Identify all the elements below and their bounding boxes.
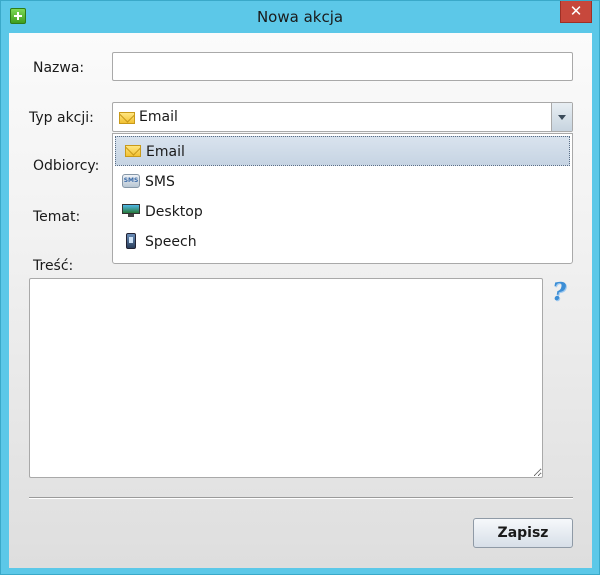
- body-textarea[interactable]: [29, 278, 543, 478]
- dropdown-item-label: Speech: [145, 234, 197, 250]
- chevron-down-icon[interactable]: [551, 103, 572, 131]
- body-label: Treść:: [33, 258, 74, 274]
- title-bar[interactable]: Nowa akcja ✕: [1, 1, 599, 32]
- dropdown-item-label: Email: [146, 144, 185, 160]
- recipients-label: Odbiorcy:: [33, 158, 100, 174]
- separator: [29, 497, 573, 499]
- action-type-value: Email: [139, 109, 178, 125]
- close-button[interactable]: ✕: [560, 1, 592, 23]
- dialog-content: Nazwa: Typ akcji: Email Odbiorcy: Temat:…: [9, 33, 592, 568]
- subject-label: Temat:: [33, 209, 81, 225]
- dropdown-item-label: Desktop: [145, 204, 203, 220]
- dropdown-item-label: SMS: [145, 174, 175, 190]
- help-icon[interactable]: ?: [548, 277, 570, 306]
- dropdown-item-email[interactable]: Email: [115, 136, 570, 166]
- window: Nowa akcja ✕ Nazwa: Typ akcji: Email Odb…: [0, 0, 600, 575]
- dropdown-item-speech[interactable]: Speech: [115, 227, 570, 257]
- dropdown-item-desktop[interactable]: Desktop: [115, 197, 570, 227]
- action-type-select[interactable]: Email: [112, 102, 573, 132]
- name-input[interactable]: [112, 52, 573, 81]
- window-title: Nowa akcja: [256, 8, 344, 26]
- save-button[interactable]: Zapisz: [473, 518, 573, 548]
- action-type-label: Typ akcji:: [29, 110, 94, 126]
- action-type-dropdown: Email SMS SMS Desktop Speech: [112, 133, 573, 264]
- name-label: Nazwa:: [33, 60, 85, 76]
- dropdown-item-sms[interactable]: SMS SMS: [115, 167, 570, 197]
